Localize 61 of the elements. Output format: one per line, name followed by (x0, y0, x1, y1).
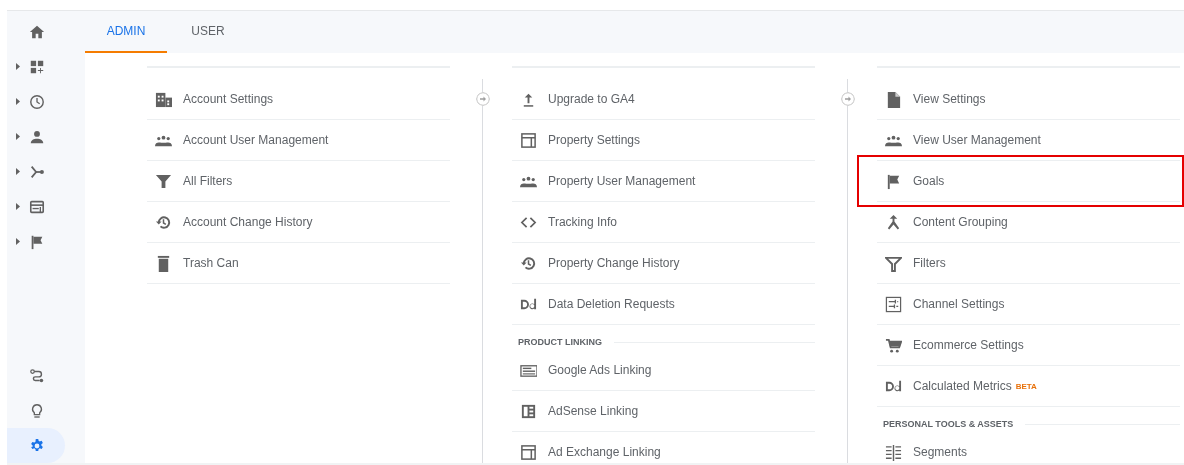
history-icon (520, 254, 537, 272)
caret-icon (16, 238, 20, 245)
admin-link[interactable]: AdSense Linking (548, 404, 639, 418)
dashboard-icon (29, 58, 45, 75)
arrow-circle-icon[interactable] (476, 92, 490, 106)
sliders-icon (885, 295, 902, 313)
trash-icon (155, 254, 172, 272)
layout-icon (520, 131, 537, 149)
admin-link[interactable]: Property Settings (548, 133, 641, 147)
branch-icon (29, 163, 45, 180)
caret-icon (16, 133, 20, 140)
window-icon (29, 198, 45, 215)
document-icon (885, 90, 902, 108)
history-icon (155, 213, 172, 231)
caret-icon (16, 98, 20, 105)
filter-icon (155, 172, 172, 190)
tab[interactable]: USER (167, 11, 249, 53)
admin-link[interactable]: Filters (913, 256, 946, 270)
section-heading: PERSONAL TOOLS & ASSETS (883, 419, 1014, 431)
arrow-circle-icon[interactable] (841, 92, 855, 106)
admin-link[interactable]: Channel Settings (913, 297, 1005, 311)
admin-link[interactable]: Ad Exchange Linking (548, 445, 661, 459)
admin-link[interactable]: Account User Management (183, 133, 329, 147)
caret-icon (16, 203, 20, 210)
nav-item[interactable] (7, 428, 65, 463)
admin-link[interactable]: Property User Management (548, 174, 696, 188)
settings-icon (29, 437, 45, 454)
caret-icon (16, 168, 20, 175)
admin-link[interactable]: Account Change History (183, 215, 313, 229)
admin-link[interactable]: Upgrade to GA4 (548, 92, 635, 106)
admin-link[interactable]: Goals (913, 174, 945, 188)
clock-icon (29, 93, 45, 110)
admin-link[interactable]: Segments (913, 445, 968, 459)
admin-link[interactable]: View User Management (913, 133, 1041, 147)
admin-link[interactable]: Ecommerce Settings (913, 338, 1024, 352)
caret-icon (16, 63, 20, 70)
admin-link[interactable]: Account Settings (183, 92, 274, 106)
flag-icon (885, 172, 902, 190)
filter-icon (885, 254, 902, 272)
admin-link[interactable]: Content Grouping (913, 215, 1008, 229)
route-icon (29, 367, 45, 384)
flag-icon (29, 233, 45, 250)
admin-link[interactable]: View Settings (913, 92, 986, 106)
admin-link[interactable]: Trash Can (183, 256, 239, 270)
lightbulb-icon (29, 402, 45, 419)
layout-icon (520, 443, 537, 461)
admin-link[interactable]: All Filters (183, 174, 233, 188)
segments-icon (885, 443, 902, 461)
admin-link[interactable]: Calculated Metrics (913, 379, 1012, 393)
home-icon (29, 23, 45, 40)
admin-link[interactable]: Tracking Info (548, 215, 617, 229)
beta-label: BETA (1015, 381, 1037, 391)
admin-link[interactable]: Property Change History (548, 256, 680, 270)
admin-link[interactable]: Data Deletion Requests (548, 297, 675, 311)
cart-icon (885, 336, 902, 354)
merge-icon (885, 213, 902, 231)
building-icon (155, 90, 172, 108)
section-heading: PRODUCT LINKING (518, 337, 602, 349)
admin-link[interactable]: Google Ads Linking (548, 363, 652, 377)
columns-icon (520, 402, 537, 420)
person-icon (29, 128, 45, 145)
